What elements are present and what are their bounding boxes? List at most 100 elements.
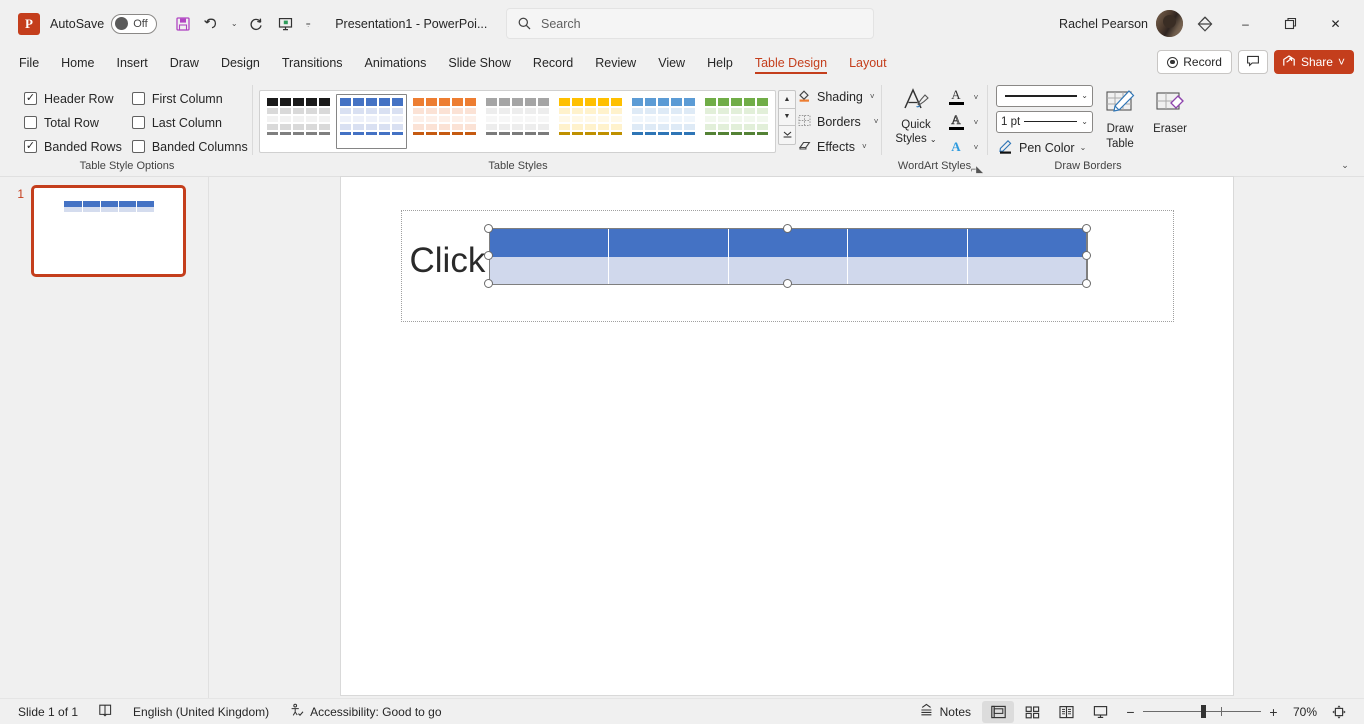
pen-style-caret-icon[interactable]: ⌄	[1081, 91, 1088, 100]
checkbox-total-row[interactable]: Total Row	[24, 112, 122, 134]
table-cell[interactable]	[490, 229, 610, 257]
effects-button[interactable]: Effects ˅	[791, 135, 884, 159]
zoom-slider-track[interactable]	[1143, 704, 1261, 718]
slide-count-indicator[interactable]: Slide 1 of 1	[8, 701, 88, 723]
checkbox-banded-rows[interactable]: Banded Rows	[24, 136, 122, 158]
resize-handle-bottom-center[interactable]	[783, 279, 792, 288]
zoom-level-label[interactable]: 70%	[1287, 705, 1317, 719]
table-cell[interactable]	[968, 257, 1087, 284]
thumbnail-item-1[interactable]: 1	[0, 185, 208, 277]
language-indicator[interactable]: English (United Kingdom)	[123, 701, 279, 723]
collapse-ribbon-chevron-icon[interactable]: ⌄	[1334, 155, 1356, 175]
table-cell[interactable]	[609, 257, 729, 284]
minimize-button[interactable]: –	[1223, 1, 1268, 47]
text-effects-button[interactable]: A ˅	[944, 135, 982, 159]
last-column-checkbox-box[interactable]	[131, 116, 145, 129]
checkbox-first-column[interactable]: First Column	[131, 88, 248, 110]
table-cell[interactable]	[848, 257, 968, 284]
reading-view-button[interactable]	[1050, 701, 1082, 723]
shading-button[interactable]: Shading ˅	[791, 85, 884, 109]
zoom-slider[interactable]: − +	[1125, 704, 1279, 720]
table-cell[interactable]	[848, 229, 968, 257]
resize-handle-bottom-right[interactable]	[1082, 279, 1091, 288]
undo-icon[interactable]	[198, 10, 225, 37]
resize-handle-top-right[interactable]	[1082, 223, 1091, 233]
fit-slide-to-window-button[interactable]	[1323, 701, 1355, 723]
normal-view-button[interactable]	[982, 700, 1014, 723]
accessibility-indicator[interactable]: Accessibility: Good to go	[279, 701, 451, 723]
tab-draw[interactable]: Draw	[159, 51, 210, 77]
first-column-checkbox-box[interactable]	[131, 92, 145, 105]
microsoft-365-diamond-icon[interactable]	[1187, 9, 1223, 39]
tab-insert[interactable]: Insert	[106, 51, 159, 77]
tab-animations[interactable]: Animations	[354, 51, 438, 77]
tab-transitions[interactable]: Transitions	[271, 51, 354, 77]
tab-home[interactable]: Home	[50, 51, 105, 77]
text-fill-caret-icon[interactable]: ˅	[970, 93, 982, 102]
dialog-box-launcher-icon[interactable]: ⌐◣	[971, 164, 983, 175]
banded-rows-checkbox-box[interactable]	[24, 140, 37, 153]
table-cell[interactable]	[729, 229, 849, 257]
resize-handle-top-center[interactable]	[783, 223, 792, 233]
zoom-slider-thumb[interactable]	[1201, 704, 1206, 718]
record-button[interactable]: Record	[1157, 50, 1232, 74]
pen-weight-combo[interactable]: 1 pt ⌄	[996, 110, 1093, 133]
checkbox-last-column[interactable]: Last Column	[131, 112, 248, 134]
tab-view[interactable]: View	[647, 51, 696, 77]
slide-sorter-button[interactable]	[1016, 701, 1048, 723]
text-outline-button[interactable]: A ˅	[944, 110, 982, 134]
tab-file[interactable]: File	[8, 51, 50, 77]
resize-handle-middle-right[interactable]	[1082, 251, 1091, 260]
search-box[interactable]: Search	[506, 8, 874, 39]
tab-review[interactable]: Review	[584, 51, 647, 77]
restore-button[interactable]	[1268, 1, 1313, 47]
draw-table-button[interactable]: Draw Table	[1097, 85, 1143, 159]
share-dropdown-caret-icon[interactable]: ˅	[1338, 55, 1345, 69]
autosave-toggle[interactable]: Off	[111, 13, 158, 34]
tab-design[interactable]: Design	[210, 51, 271, 77]
text-fill-button[interactable]: A ˅	[944, 85, 982, 109]
tab-table-design[interactable]: Table Design	[744, 51, 838, 77]
pen-color-button[interactable]: Pen Color ⌄	[996, 137, 1093, 159]
table-style-swatch-themed-style-orange[interactable]	[409, 94, 480, 149]
redo-icon[interactable]	[243, 10, 270, 37]
shading-caret-icon[interactable]: ˅	[870, 92, 875, 101]
undo-dropdown-caret-icon[interactable]: ⌄	[227, 10, 241, 37]
customize-quick-access-toolbar-icon[interactable]: ⩦	[301, 10, 315, 37]
eraser-button[interactable]: Eraser	[1147, 85, 1193, 159]
notes-button[interactable]: Notes	[909, 701, 981, 723]
table-styles-gallery[interactable]	[259, 90, 776, 153]
text-effects-caret-icon[interactable]: ˅	[970, 143, 982, 152]
borders-caret-icon[interactable]: ˅	[874, 117, 879, 126]
header-row-checkbox-box[interactable]	[24, 92, 37, 105]
close-button[interactable]: ✕	[1313, 1, 1358, 47]
tab-record[interactable]: Record	[522, 51, 584, 77]
slide-thumbnail[interactable]	[31, 185, 186, 277]
slide-show-button[interactable]	[1084, 701, 1116, 723]
notes-page-button[interactable]	[88, 701, 123, 723]
table-style-swatch-themed-style-grey[interactable]	[482, 94, 553, 149]
table-cell[interactable]	[968, 229, 1087, 257]
start-presentation-icon[interactable]	[272, 10, 299, 37]
pen-weight-caret-icon[interactable]: ⌄	[1081, 117, 1088, 126]
share-button[interactable]: Share ˅	[1273, 50, 1354, 74]
table-header-row[interactable]	[489, 229, 1087, 257]
resize-handle-bottom-left[interactable]	[484, 279, 493, 288]
comments-button[interactable]	[1237, 50, 1268, 74]
account-name[interactable]: Rachel Pearson	[1059, 17, 1148, 31]
banded-columns-checkbox-box[interactable]	[131, 140, 145, 153]
table-style-swatch-themed-style-light-blue[interactable]	[628, 94, 699, 149]
slide-canvas[interactable]: Click	[339, 176, 1234, 696]
checkbox-header-row[interactable]: Header Row	[24, 88, 122, 110]
table-style-swatch-no-style-table-grid[interactable]	[263, 94, 334, 149]
resize-handle-top-left[interactable]	[484, 223, 493, 233]
resize-handle-middle-left[interactable]	[484, 251, 493, 260]
quick-styles-button[interactable]: Quick Styles ⌄	[888, 83, 944, 146]
table-style-swatch-themed-style-green[interactable]	[701, 94, 772, 149]
save-icon[interactable]	[169, 10, 196, 37]
tab-layout[interactable]: Layout	[838, 51, 898, 77]
table-object[interactable]	[484, 223, 1091, 288]
tab-help[interactable]: Help	[696, 51, 744, 77]
zoom-out-button[interactable]: −	[1125, 704, 1136, 720]
checkbox-banded-columns[interactable]: Banded Columns	[131, 136, 248, 158]
